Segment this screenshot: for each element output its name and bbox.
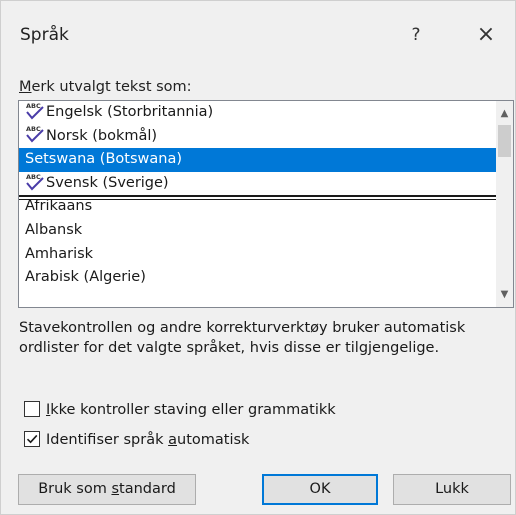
language-dialog: Språk ? × Merk utvalgt tekst som: ABC Eng… [0,0,516,515]
language-item[interactable]: Albansk [19,219,496,243]
dialog-title: Språk [20,25,69,45]
no-proofing-checkbox[interactable] [24,401,40,417]
language-list-items: ABC Engelsk (Storbritannia) ABC Norsk (bokm… [19,101,496,307]
spellcheck-icon: ABC [25,172,45,192]
language-item[interactable]: Amharisk [19,243,496,267]
close-icon[interactable]: × [471,21,501,49]
list-scrollbar[interactable]: ▲ ▼ [496,101,513,307]
language-label: Albansk [25,221,83,238]
language-label: Afrikaans [25,198,93,215]
scroll-down-icon[interactable]: ▼ [496,286,513,303]
ok-button[interactable]: OK [262,474,378,505]
language-item[interactable]: ABC Engelsk (Storbritannia) [19,101,496,125]
help-button[interactable]: ? [405,23,427,47]
set-default-button[interactable]: Bruk som standard [18,474,196,505]
detect-language-label: Identifiser språk automatisk [46,432,250,448]
language-label: Arabisk (Algerie) [25,269,146,286]
svg-text:ABC: ABC [26,125,41,133]
mark-text-as-label: Merk utvalgt tekst som: [19,79,192,95]
language-label: Engelsk (Storbritannia) [46,104,214,120]
language-item[interactable]: Arabisk (Algerie) [19,266,496,290]
language-item[interactable]: ABC Svensk (Sverige) [19,172,496,196]
spellcheck-icon: ABC [25,101,45,121]
language-item[interactable]: Setswana (Botswana) [19,148,496,172]
svg-text:ABC: ABC [26,173,41,181]
language-label: Svensk (Sverige) [46,174,169,191]
language-label: Amharisk [25,245,94,262]
spellcheck-icon: ABC [25,124,45,144]
language-label: Setswana (Botswana) [25,151,182,168]
svg-text:ABC: ABC [26,102,41,110]
description-text: Stavekontrollen og andre korrekturverktø… [19,320,466,356]
language-label: Norsk (bokmål) [46,127,158,144]
scroll-thumb[interactable] [498,125,511,157]
language-list[interactable]: ABC Engelsk (Storbritannia) ABC Norsk (bokm… [18,100,514,308]
checkmark-icon [26,434,38,444]
language-item[interactable]: ABC Norsk (bokmål) [19,125,496,149]
close-button[interactable]: Lukk [393,474,511,505]
list-separator [19,195,513,200]
detect-language-checkbox[interactable] [24,431,40,447]
scroll-up-icon[interactable]: ▲ [496,105,513,122]
no-proofing-label: Ikke kontroller staving eller grammatikk [46,402,336,418]
